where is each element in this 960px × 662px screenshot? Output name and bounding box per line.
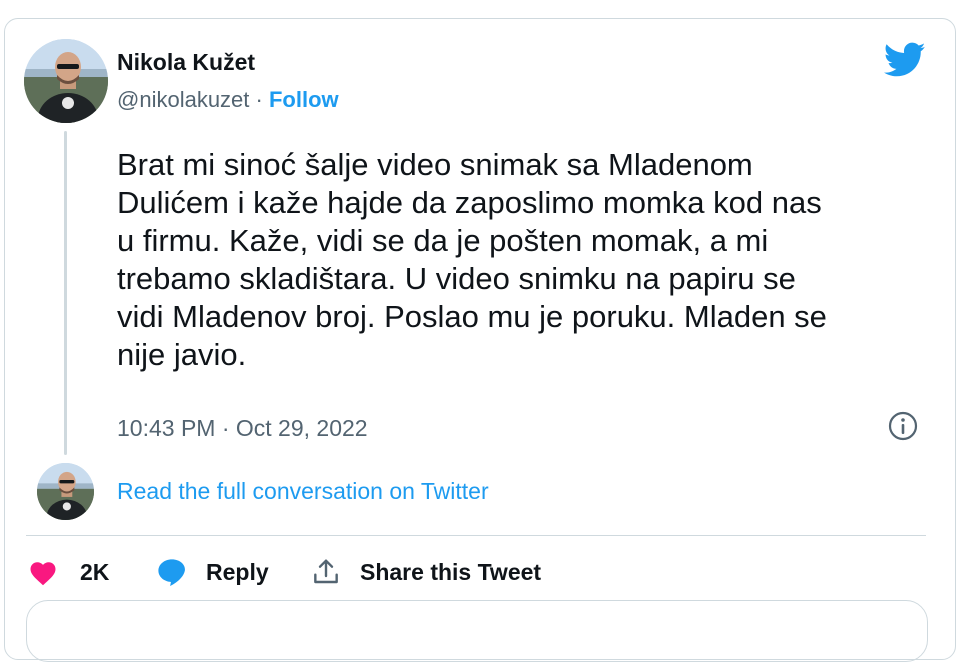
read-conversation-link[interactable]: Read the full conversation on Twitter	[117, 478, 489, 505]
replies-card[interactable]	[26, 600, 928, 662]
twitter-bird-icon[interactable]	[883, 42, 926, 78]
heart-icon	[28, 558, 58, 586]
tweet-text: Brat mi sinoć šalje video snimak sa Mlad…	[117, 147, 827, 372]
author-name[interactable]: Nikola Kužet	[117, 49, 255, 76]
like-button[interactable]: 2K	[28, 552, 109, 592]
follow-link[interactable]: Follow	[269, 87, 339, 112]
reply-button[interactable]: Reply	[156, 552, 269, 592]
action-bar: 2K Reply Share this Tweet	[26, 552, 926, 592]
author-handle[interactable]: @nikolakuzet	[117, 87, 249, 112]
handle-separator: ·	[249, 87, 269, 112]
reply-label: Reply	[206, 558, 269, 585]
tweet-timestamp[interactable]: 10:43 PM · Oct 29, 2022	[117, 415, 368, 442]
handle-row: @nikolakuzet · Follow	[117, 87, 339, 113]
share-label: Share this Tweet	[360, 558, 542, 585]
speech-bubble-icon	[156, 557, 188, 587]
info-icon[interactable]	[888, 411, 918, 441]
share-button[interactable]: Share this Tweet	[310, 552, 541, 592]
thread-line	[64, 131, 67, 455]
divider	[26, 535, 926, 536]
share-upload-icon	[310, 556, 342, 588]
conversation-avatar[interactable]	[37, 463, 94, 520]
like-count: 2K	[80, 558, 110, 585]
author-avatar[interactable]	[24, 39, 108, 123]
